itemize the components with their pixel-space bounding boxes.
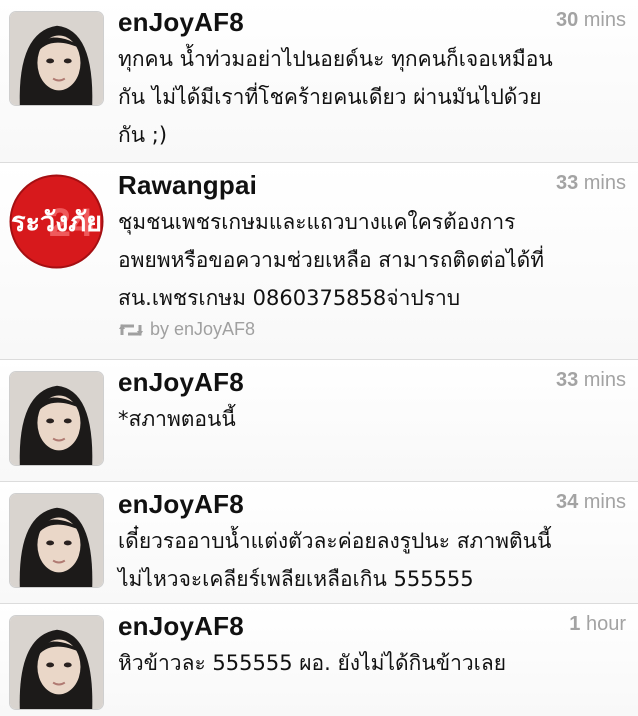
tweet-cell[interactable]: enJoyAF8 30 mins ทุกคน น้ำท่วมอย่าไปนอยด… [0,0,638,163]
tweet-text-line: หิวข้าวละ 555555 ผอ. ยังไม่ได้กินข้าวเลย [118,651,507,675]
user-name[interactable]: enJoyAF8 [118,611,244,642]
timestamp: 33 mins [555,172,626,194]
tweet-cell[interactable]: 24 ระวังภัย Rawangpai 33 mins ชุมชนเพชรเ… [0,163,638,360]
user-name[interactable]: enJoyAF8 [118,7,244,38]
user-name[interactable]: enJoyAF8 [118,367,244,398]
user-avatar[interactable] [9,371,104,466]
user-avatar[interactable] [9,493,104,588]
person-photo-avatar [10,494,103,587]
timestamp: 30 mins [555,9,626,31]
tweet-text-line: ไม่ไหวจะเคลียร์เพลียเหลือเกิน 555555 [118,567,474,591]
tweet-text: เดี๋ยวรออาบน้ำแต่งตัวละค่อยลงรูปนะ สภาพต… [118,522,618,598]
tweet-cell[interactable]: enJoyAF8 33 mins *สภาพตอนนี้ [0,360,638,482]
retweeted-by[interactable]: by enJoyAF8 [150,319,255,339]
tweet-cell[interactable]: enJoyAF8 1 hour หิวข้าวละ 555555 ผอ. ยัง… [0,604,638,716]
user-name[interactable]: Rawangpai [118,170,257,201]
rawangpai-logo-avatar: 24 ระวังภัย [9,174,104,269]
retweet-icon [119,324,143,336]
retweet-attribution: by enJoyAF8 [118,319,255,340]
tweet-text-line: กัน ;) [118,123,168,147]
user-name[interactable]: enJoyAF8 [118,489,244,520]
timestamp: 1 hour [569,613,626,635]
person-photo-avatar [10,616,103,709]
user-avatar[interactable] [9,615,104,710]
tweet-text: หิวข้าวละ 555555 ผอ. ยังไม่ได้กินข้าวเลย [118,644,618,682]
logo-label: ระวังภัย [11,207,102,238]
tweet-text-line: ชุมชนเพชรเกษมและแถวบางแคใครต้องการ [118,210,516,234]
timestamp: 33 mins [555,369,626,391]
tweet-text: ชุมชนเพชรเกษมและแถวบางแคใครต้องการ อพยพห… [118,203,618,317]
tweet-text-line: กัน ไม่ได้มีเราที่โชคร้ายคนเดียว ผ่านมัน… [118,85,542,109]
user-avatar[interactable]: 24 ระวังภัย [9,174,104,269]
person-photo-avatar [10,12,103,105]
tweet-text-line: ทุกคน น้ำท่วมอย่าไปนอยด์นะ ทุกคนก็เจอเหม… [118,47,553,71]
timestamp: 34 mins [555,491,626,513]
user-avatar[interactable] [9,11,104,106]
person-photo-avatar [10,372,103,465]
tweet-text-line: อพยพหรือขอความช่วยเหลือ สามารถติดต่อได้ท… [118,248,545,272]
tweet-text: ทุกคน น้ำท่วมอย่าไปนอยด์นะ ทุกคนก็เจอเหม… [118,40,618,154]
tweet-text-line: เดี๋ยวรออาบน้ำแต่งตัวละค่อยลงรูปนะ สภาพต… [118,529,552,553]
tweet-text-line: *สภาพตอนนี้ [118,407,236,431]
tweet-text-line: สน.เพชรเกษม 0860375858จ่าปราบ [118,286,461,310]
tweet-cell[interactable]: enJoyAF8 34 mins เดี๋ยวรออาบน้ำแต่งตัวละ… [0,482,638,604]
tweet-timeline: enJoyAF8 30 mins ทุกคน น้ำท่วมอย่าไปนอยด… [0,0,638,716]
tweet-text: *สภาพตอนนี้ [118,400,618,438]
